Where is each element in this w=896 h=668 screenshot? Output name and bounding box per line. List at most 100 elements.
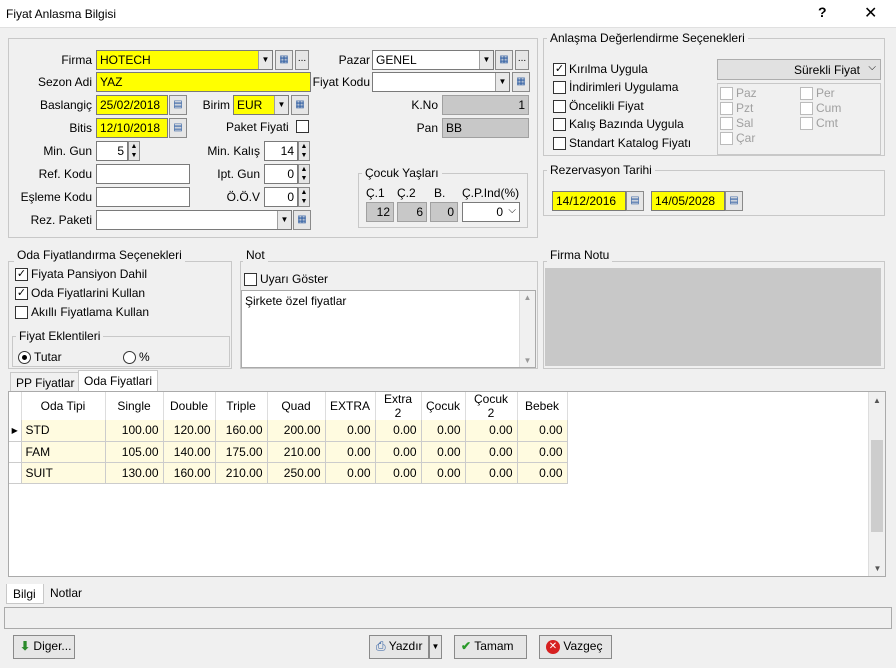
cell[interactable]: 0.00 — [375, 441, 422, 463]
cell[interactable]: 0.00 — [325, 441, 376, 463]
scroll-up-icon[interactable]: ▲ — [869, 396, 885, 405]
cell[interactable]: 105.00 — [105, 441, 164, 463]
checkbox[interactable] — [720, 117, 733, 131]
cell[interactable]: 0.00 — [421, 462, 466, 484]
checkbox[interactable] — [244, 273, 257, 287]
min-gun-spinner[interactable]: ▲ ▼ — [128, 141, 140, 161]
firma-select[interactable]: HOTECH ▼ — [96, 50, 273, 70]
chevron-down-icon[interactable]: ▼ — [274, 96, 288, 114]
bitis-date-input[interactable]: 12/10/2018 — [96, 118, 168, 138]
cell[interactable]: 120.00 — [163, 420, 216, 442]
col-header[interactable]: Triple — [215, 392, 268, 420]
rez-paketi-select[interactable]: ▼ — [96, 210, 292, 230]
search-icon[interactable]: ▦ — [275, 50, 293, 70]
col-header[interactable]: Çocuk 2 — [465, 392, 518, 420]
checkbox[interactable] — [15, 306, 28, 320]
birim-select[interactable]: EUR ▼ — [233, 95, 289, 115]
scroll-down-icon[interactable]: ▼ — [869, 564, 886, 573]
min-kalis-spinner[interactable]: ▲ ▼ — [298, 141, 310, 161]
day-sal-checkbox[interactable]: Sal — [720, 116, 753, 131]
help-button[interactable]: ? — [818, 4, 827, 20]
cell[interactable]: SUIT — [21, 462, 106, 484]
grid-scrollbar[interactable]: ▲ ▼ — [868, 392, 885, 576]
day-cmt-checkbox[interactable]: Cmt — [800, 116, 838, 131]
tab-pp-fiyatlar[interactable]: PP Fiyatlar — [10, 372, 81, 392]
vazgec-button[interactable]: ✕ Vazgeç — [539, 635, 612, 659]
day-pzt-checkbox[interactable]: Pzt — [720, 101, 753, 116]
oov-input[interactable]: 0 — [264, 187, 298, 207]
search-icon[interactable]: ▦ — [293, 210, 311, 230]
col-header[interactable]: Oda Tipi — [21, 392, 106, 420]
cell[interactable]: 210.00 — [215, 462, 268, 484]
checkbox[interactable] — [720, 102, 733, 116]
cell[interactable]: 0.00 — [517, 441, 568, 463]
sezon-input[interactable]: YAZ — [96, 72, 311, 92]
paket-fiyati-checkbox[interactable] — [296, 120, 309, 133]
yazdir-dropdown-button[interactable]: ▼ — [429, 635, 442, 659]
day-per-checkbox[interactable]: Per — [800, 86, 835, 101]
col-header[interactable]: Quad — [267, 392, 326, 420]
ipt-gun-spinner[interactable]: ▲ ▼ — [298, 164, 310, 184]
diger-button[interactable]: ⬇ Diger... — [13, 635, 75, 659]
radio-dot[interactable] — [18, 351, 31, 365]
firma-notu-area[interactable] — [545, 268, 881, 366]
tab-notlar[interactable]: Notlar — [46, 584, 88, 602]
cell[interactable]: STD — [21, 420, 106, 442]
tab-oda-fiyatlari[interactable]: Oda Fiyatlari — [78, 370, 159, 392]
table-row[interactable]: FAM 105.00 140.00 175.00 210.00 0.00 0.0… — [9, 441, 568, 463]
cell[interactable]: 0.00 — [465, 420, 518, 442]
kalis-bazinda-checkbox[interactable]: Kalış Bazında Uygula — [553, 117, 684, 132]
cell[interactable]: 160.00 — [163, 462, 216, 484]
rez-to-date-input[interactable]: 14/05/2028 — [651, 191, 725, 211]
esleme-kodu-input[interactable] — [96, 187, 190, 207]
checkbox[interactable]: ✓ — [553, 63, 566, 77]
not-scrollbar[interactable]: ▲ ▼ — [519, 291, 535, 367]
col-header[interactable]: Extra 2 — [375, 392, 422, 420]
oov-spinner[interactable]: ▲ ▼ — [298, 187, 310, 207]
close-button[interactable]: ✕ — [864, 3, 877, 23]
cell[interactable]: 0.00 — [375, 420, 422, 442]
search-icon[interactable]: ▦ — [291, 95, 309, 115]
pazar-more-button[interactable]: ... — [515, 50, 529, 70]
checkbox[interactable]: ✓ — [15, 268, 28, 282]
yuzde-radio[interactable]: % — [123, 350, 150, 365]
min-gun-input[interactable]: 5 — [96, 141, 128, 161]
rez-from-date-input[interactable]: 14/12/2016 — [552, 191, 626, 211]
col-header[interactable]: EXTRA — [325, 392, 376, 420]
cell[interactable]: 175.00 — [215, 441, 268, 463]
oncelikli-fiyat-checkbox[interactable]: Öncelikli Fiyat — [553, 99, 644, 114]
chevron-down-icon[interactable]: ▼ — [258, 51, 272, 69]
calendar-icon[interactable]: ▤ — [169, 95, 187, 115]
cell[interactable]: 0.00 — [517, 420, 568, 442]
tab-bilgi[interactable]: Bilgi — [6, 584, 44, 604]
cpind-select[interactable]: 0 ⌵ — [462, 202, 520, 222]
day-paz-checkbox[interactable]: Paz — [720, 86, 757, 101]
checkbox[interactable] — [553, 100, 566, 114]
oda-fiyatlarini-kullan-checkbox[interactable]: ✓ Oda Fiyatlarini Kullan — [15, 286, 145, 301]
chevron-down-icon[interactable]: ▼ — [479, 51, 493, 69]
checkbox[interactable] — [800, 87, 813, 101]
fiyata-pansiyon-checkbox[interactable]: ✓ Fiyata Pansiyon Dahil — [15, 267, 147, 282]
col-header[interactable]: Çocuk — [421, 392, 466, 420]
search-icon[interactable]: ▦ — [512, 72, 530, 92]
radio-dot[interactable] — [123, 351, 136, 365]
cell[interactable]: 0.00 — [421, 420, 466, 442]
cell[interactable]: 100.00 — [105, 420, 164, 442]
tamam-button[interactable]: ✔ Tamam — [454, 635, 527, 659]
checkbox[interactable] — [720, 132, 733, 146]
yazdir-button[interactable]: ⎙ Yazdır — [369, 635, 429, 659]
chevron-down-icon[interactable]: ▼ — [277, 211, 291, 229]
baslangic-date-input[interactable]: 25/02/2018 — [96, 95, 168, 115]
kirilma-uygula-checkbox[interactable]: ✓ Kırılma Uygula — [553, 62, 648, 77]
table-row[interactable]: ▶ STD 100.00 120.00 160.00 200.00 0.00 0… — [9, 420, 568, 442]
table-row[interactable]: SUIT 130.00 160.00 210.00 250.00 0.00 0.… — [9, 462, 568, 484]
cell[interactable]: 130.00 — [105, 462, 164, 484]
fiyat-kodu-select[interactable]: ▼ — [372, 72, 510, 92]
calendar-icon[interactable]: ▤ — [169, 118, 187, 138]
search-icon[interactable]: ▦ — [495, 50, 513, 70]
ref-kodu-input[interactable] — [96, 164, 190, 184]
ipt-gun-input[interactable]: 0 — [264, 164, 298, 184]
cell[interactable]: 160.00 — [215, 420, 268, 442]
not-textarea[interactable]: Şirkete özel fiyatlar — [241, 290, 536, 368]
calendar-icon[interactable]: ▤ — [725, 191, 743, 211]
